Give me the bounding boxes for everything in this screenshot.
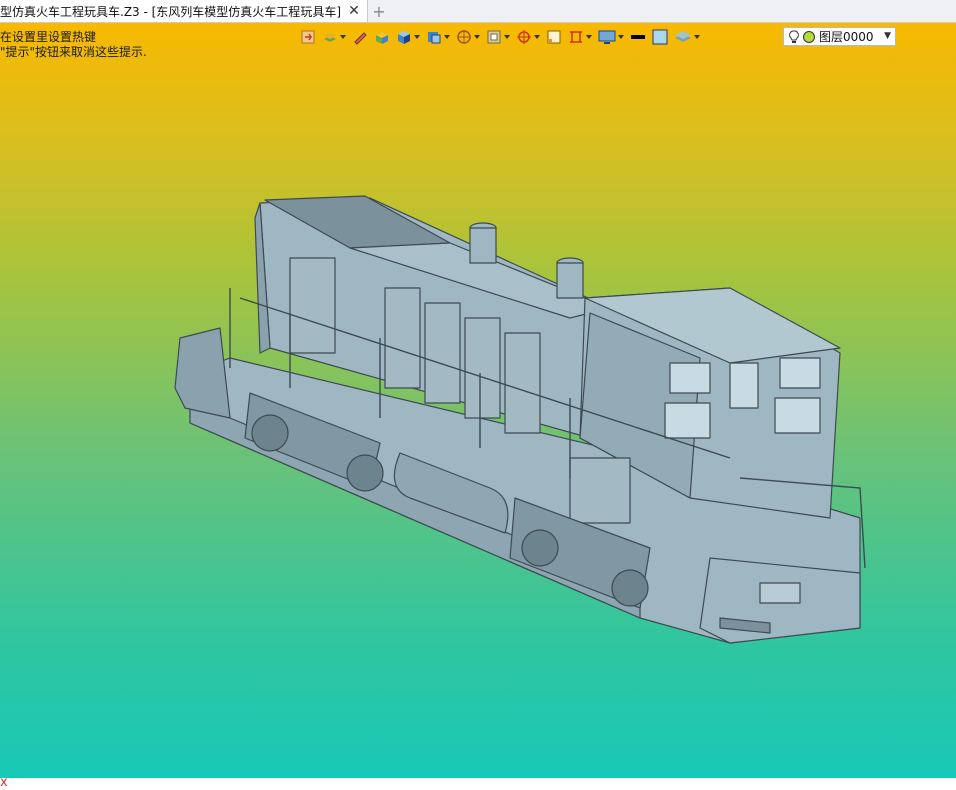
view-cube-icon[interactable] [426,28,450,46]
solid-box-icon[interactable] [374,28,390,46]
snap-target-icon[interactable] [516,28,540,46]
locomotive-model[interactable] [170,188,870,653]
layer-select[interactable]: 图层0000 ▼ [783,27,896,46]
layer-manager-icon[interactable] [674,28,700,46]
add-tab-icon[interactable]: + [368,0,390,22]
fill-color-icon[interactable] [652,28,668,46]
layer-name: 图层0000 [819,30,874,44]
import-icon[interactable] [300,28,316,46]
tab-bar: 型仿真火车工程玩具车.Z3 - [东风列车模型仿真火车工程玩具车] ✕ + [0,0,956,23]
cube-blue-icon[interactable] [396,28,420,46]
layers-stack-icon[interactable] [322,28,346,46]
lightbulb-icon[interactable] [788,30,800,44]
3d-viewport[interactable]: 在设置里设置热键 "提示"按钮来取消这些提示. x [0,23,956,790]
pencil-icon[interactable] [352,28,368,46]
document-tab[interactable]: 型仿真火车工程玩具车.Z3 - [东风列车模型仿真火车工程玩具车] ✕ [0,0,368,22]
frame-icon[interactable] [486,28,510,46]
document-tab-title: 型仿真火车工程玩具车.Z3 - [东风列车模型仿真火车工程玩具车] [0,4,341,19]
display-options-icon[interactable] [598,28,624,46]
close-icon[interactable]: ✕ [347,4,361,18]
layer-color-icon [803,30,815,43]
render-mode-icon[interactable] [456,28,480,46]
view-toolbar [300,26,706,48]
line-color-icon[interactable] [630,28,646,46]
sketch-square-icon[interactable] [546,28,562,46]
axis-indicator: x [0,775,8,790]
chevron-down-icon[interactable]: ▼ [884,31,891,41]
dimension-icon[interactable] [568,28,592,46]
hint-line-2: "提示"按钮来取消这些提示. [0,45,147,59]
